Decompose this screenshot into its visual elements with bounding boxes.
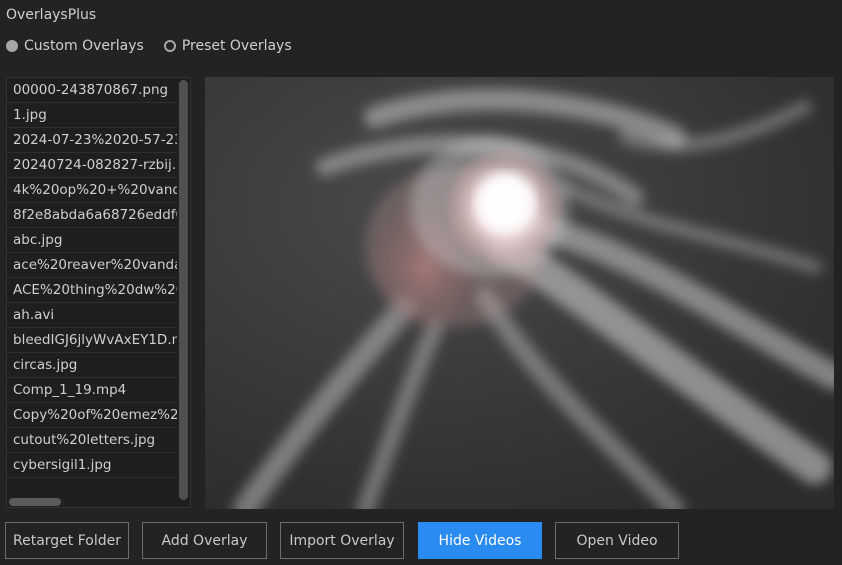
add-overlay-button[interactable]: Add Overlay [142,522,267,559]
list-horizontal-scrollbar[interactable] [9,498,61,506]
file-list-item[interactable]: 20240724-082827-rzbij.m [7,153,177,178]
overlay-file-list[interactable]: 00000-243870867.png 1.jpg 2024-07-23%202… [6,77,191,508]
preset-overlays-radio[interactable]: Preset Overlays [163,38,292,54]
file-list-item[interactable]: cybersigil1.jpg [7,453,177,478]
retarget-folder-button[interactable]: Retarget Folder [5,522,129,559]
overlay-preview [205,77,834,509]
file-list-item[interactable]: Copy%20of%20emez%20S [7,403,177,428]
custom-overlays-radio[interactable]: Custom Overlays [6,38,144,54]
radio-unchecked-icon [163,40,176,52]
overlay-mode-group: Custom Overlays Preset Overlays [6,38,292,54]
file-list-item[interactable]: 00000-243870867.png [7,78,177,103]
custom-overlays-label: Custom Overlays [24,38,144,54]
file-list-item[interactable]: bleedIGJ6jlyWvAxEY1D.mp [7,328,177,353]
file-list-item[interactable]: 2024-07-23%2020-57-23. [7,128,177,153]
file-list-item[interactable]: 8f2e8abda6a68726eddf07 [7,203,177,228]
open-video-button[interactable]: Open Video [555,522,679,559]
file-list-item[interactable]: Comp_1_19.mp4 [7,378,177,403]
list-vertical-scrollbar[interactable] [179,80,188,500]
preset-overlays-label: Preset Overlays [181,38,292,54]
file-list-item[interactable]: ace%20reaver%20vandal% [7,253,177,278]
radio-checked-icon [6,40,18,52]
file-list-item[interactable]: ah.avi [7,303,177,328]
app-title: OverlaysPlus [6,7,97,23]
file-list-item[interactable]: cutout%20letters.jpg [7,428,177,453]
file-list-item[interactable]: circas.jpg [7,353,177,378]
import-overlay-button[interactable]: Import Overlay [280,522,404,559]
hide-videos-button[interactable]: Hide Videos [418,522,542,559]
file-list-item[interactable]: 4k%20op%20+%20vandal [7,178,177,203]
file-list-item[interactable]: abc.jpg [7,228,177,253]
file-list-item[interactable]: 1.jpg [7,103,177,128]
smoke-overlay-image [205,77,834,509]
file-list-item[interactable]: ACE%20thing%20dw%20l [7,278,177,303]
